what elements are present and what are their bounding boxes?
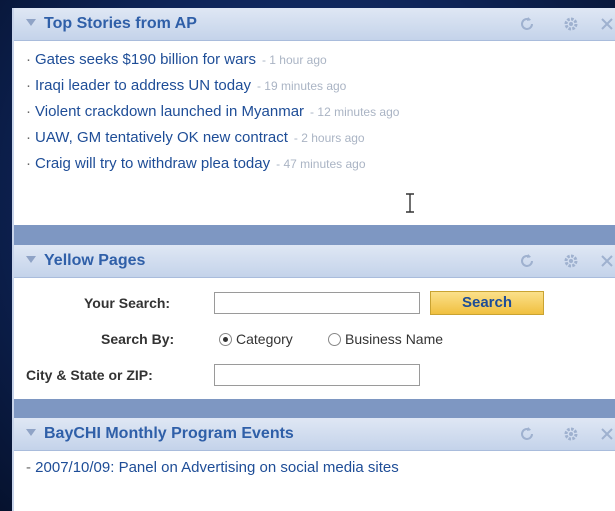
- widget-title: Top Stories from AP: [44, 15, 197, 32]
- search-button[interactable]: Search: [430, 291, 544, 315]
- story-link[interactable]: Gates seeks $190 billion for wars: [35, 51, 256, 68]
- search-label: Your Search:: [84, 295, 171, 311]
- event-link[interactable]: 2007/10/09: Panel on Advertising on soci…: [35, 459, 399, 476]
- widget-title: BayCHI Monthly Program Events: [44, 425, 294, 442]
- collapse-arrow-icon[interactable]: [26, 429, 36, 436]
- baychi-widget-header[interactable]: BayCHI Monthly Program Events: [14, 418, 615, 451]
- story-age: - 47 minutes ago: [276, 157, 366, 171]
- list-item: - 2007/10/09: Panel on Advertising on so…: [26, 459, 399, 476]
- baychi-widget: BayCHI Monthly Program Events - 2007/10/…: [14, 418, 615, 511]
- story-age: - 19 minutes ago: [256, 79, 347, 93]
- search-input[interactable]: [214, 292, 420, 314]
- yellow-pages-widget: Yellow Pages Your Search: Search Search …: [14, 245, 615, 399]
- list-item: · UAW, GM tentatively OK new contract - 2 …: [26, 129, 365, 146]
- list-item: · Craig will try to withdraw plea today - …: [26, 155, 366, 172]
- close-icon[interactable]: [597, 14, 615, 34]
- list-item: · Iraqi leader to address UN today - 19 mi…: [26, 77, 347, 94]
- location-input[interactable]: [214, 364, 420, 386]
- collapse-arrow-icon[interactable]: [26, 19, 36, 26]
- story-link[interactable]: Violent crackdown launched in Myanmar: [35, 103, 304, 120]
- refresh-icon[interactable]: [517, 251, 537, 271]
- story-list: · Gates seeks $190 billion for wars - 1 ho…: [14, 41, 615, 177]
- ap-widget: Top Stories from AP · Gates seeks $190 bi…: [14, 8, 615, 225]
- widget-title: Yellow Pages: [44, 252, 146, 269]
- category-radio[interactable]: [219, 333, 232, 346]
- ap-widget-header[interactable]: Top Stories from AP: [14, 8, 615, 41]
- gear-icon[interactable]: [561, 14, 581, 34]
- search-by-label: Search By:: [101, 331, 175, 347]
- list-item: · Violent crackdown launched in Myanmar - …: [26, 103, 400, 120]
- text-cursor-icon: [406, 193, 414, 213]
- story-link[interactable]: Iraqi leader to address UN today: [35, 77, 251, 94]
- gear-icon[interactable]: [561, 424, 581, 444]
- location-label: City & State or ZIP:: [26, 367, 153, 383]
- story-age: - 12 minutes ago: [310, 105, 400, 119]
- category-radio-label[interactable]: Category: [236, 331, 293, 347]
- story-link[interactable]: Craig will try to withdraw plea today: [35, 155, 270, 172]
- list-item: · Gates seeks $190 billion for wars - 1 ho…: [26, 51, 327, 68]
- business-name-radio[interactable]: [328, 333, 341, 346]
- yellow-pages-widget-header[interactable]: Yellow Pages: [14, 245, 615, 278]
- gear-icon[interactable]: [561, 251, 581, 271]
- story-link[interactable]: UAW, GM tentatively OK new contract: [35, 129, 288, 146]
- collapse-arrow-icon[interactable]: [26, 256, 36, 263]
- business-name-radio-label[interactable]: Business Name: [345, 331, 443, 347]
- refresh-icon[interactable]: [517, 14, 537, 34]
- refresh-icon[interactable]: [517, 424, 537, 444]
- close-icon[interactable]: [597, 424, 615, 444]
- widget-column: Top Stories from AP · Gates seeks $190 bi…: [12, 8, 615, 511]
- story-age: - 2 hours ago: [293, 131, 365, 145]
- story-age: - 1 hour ago: [261, 53, 327, 67]
- close-icon[interactable]: [597, 251, 615, 271]
